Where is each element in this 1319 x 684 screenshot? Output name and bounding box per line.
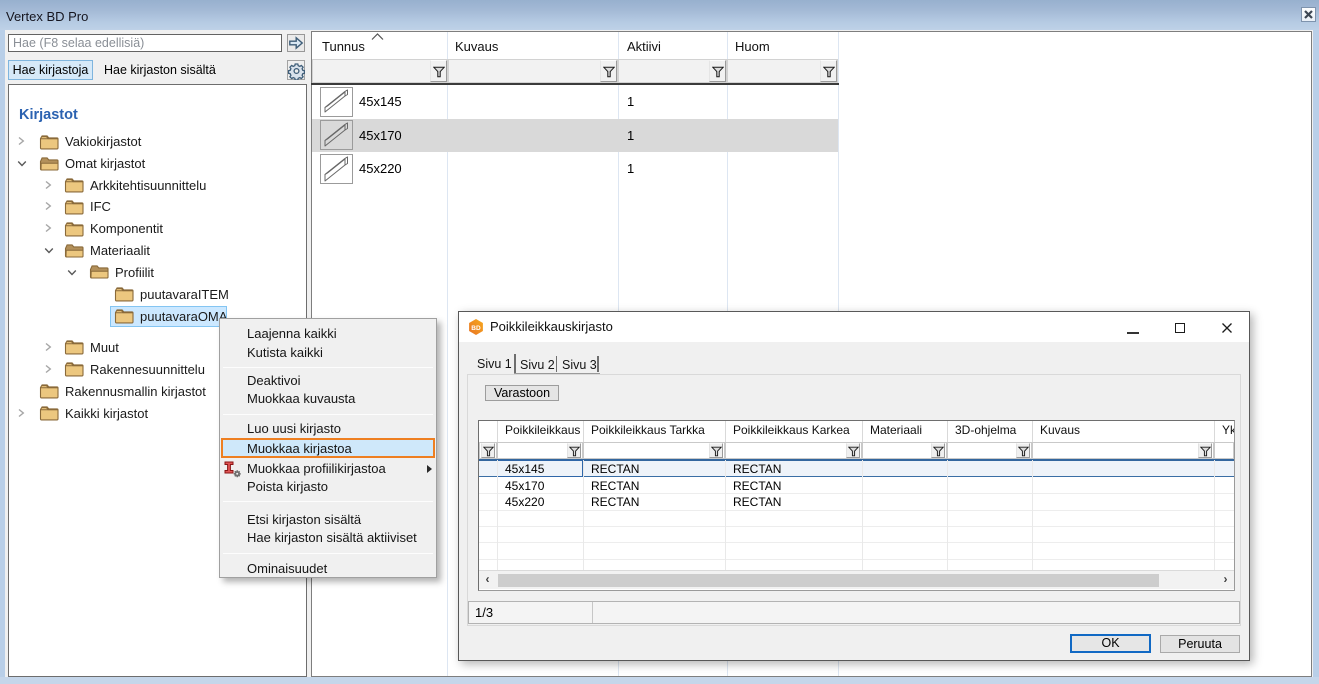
svg-text:BD: BD	[471, 325, 481, 332]
